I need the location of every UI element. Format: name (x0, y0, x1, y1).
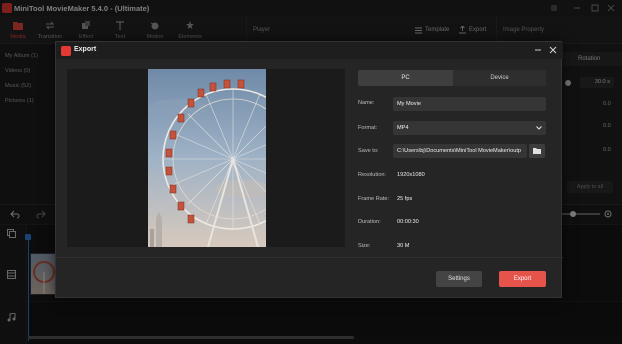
tab-device[interactable]: Device (453, 70, 546, 86)
resolution-value: 1920x1080 (397, 172, 425, 178)
duration-label: Duration: (358, 219, 381, 225)
export-dialog: Export PC Device Name: My Movie Format: … (55, 41, 563, 298)
dialog-header: Export (56, 42, 563, 59)
tab-pc[interactable]: PC (358, 70, 453, 86)
chevron-down-icon (536, 126, 542, 130)
folder-icon (533, 148, 541, 154)
size-value: 30 M (397, 243, 410, 249)
ferris-wheel-photo (148, 69, 266, 247)
dialog-title: Export (74, 46, 97, 53)
export-button[interactable]: Export (499, 271, 546, 287)
frame-rate-value: 25 fps (397, 196, 413, 202)
save-to-label: Save to: (358, 148, 379, 154)
app-logo-icon (61, 46, 71, 56)
format-select[interactable]: MP4 (393, 121, 546, 135)
close-icon[interactable] (548, 45, 558, 55)
save-to-field[interactable]: C:\Users\bj\Documents\MiniTool MovieMake… (393, 144, 527, 158)
duration-value: 00:00:30 (397, 219, 419, 225)
browse-folder-button[interactable] (529, 144, 545, 158)
settings-button[interactable]: Settings (436, 271, 482, 287)
frame-rate-label: Frame Rate: (358, 196, 390, 202)
name-label: Name: (358, 100, 375, 106)
divider (56, 257, 563, 258)
resolution-label: Resolution: (358, 172, 386, 178)
minimize-icon[interactable] (533, 45, 543, 55)
format-label: Format: (358, 125, 378, 131)
name-field[interactable]: My Movie (393, 97, 546, 111)
video-preview (67, 69, 345, 247)
size-label: Size: (358, 243, 371, 249)
